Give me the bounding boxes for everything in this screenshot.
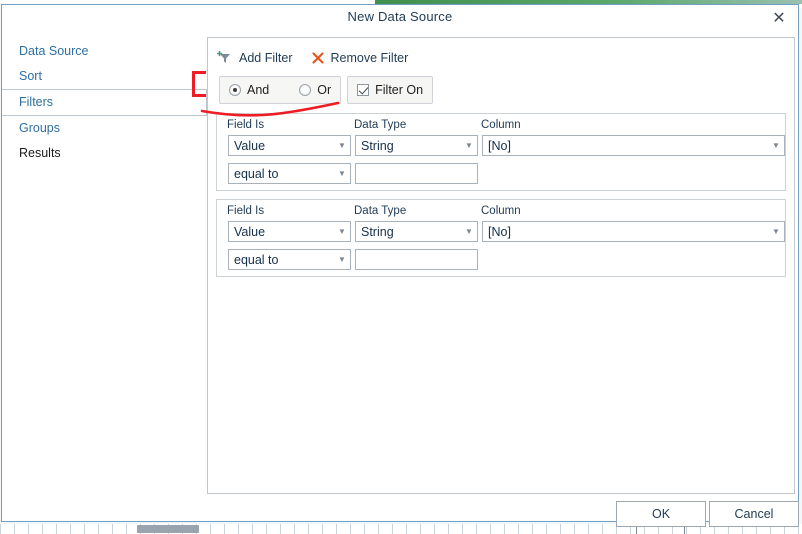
chevron-down-icon: ▼ — [338, 140, 346, 150]
sidebar-item-groups[interactable]: Groups — [2, 116, 206, 141]
filter-value-input[interactable] — [355, 163, 478, 184]
filter-row: Field Is Data Type Column Value ▼ String… — [216, 199, 786, 277]
radio-or-indicator[interactable] — [299, 84, 312, 96]
chevron-down-icon: ▼ — [772, 140, 780, 150]
close-icon[interactable]: ✕ — [768, 8, 790, 30]
radio-or-label: Or — [317, 83, 332, 97]
add-filter-funnel-icon — [217, 50, 233, 66]
remove-filter-button[interactable]: Remove Filter — [309, 50, 411, 66]
sidebar-item-sort[interactable]: Sort — [2, 64, 206, 89]
chevron-down-icon: ▼ — [772, 226, 780, 236]
dialog-title: New Data Source — [347, 9, 453, 24]
data-type-label: Data Type — [354, 205, 407, 217]
new-data-source-dialog: New Data Source ✕ Data Source Sort Filte… — [1, 4, 799, 527]
sidebar-item-label: Sort — [19, 69, 42, 83]
data-type-dropdown[interactable]: String ▼ — [355, 135, 478, 156]
column-dropdown[interactable]: [No] ▼ — [482, 221, 785, 242]
checkbox-filter-on[interactable]: Filter On — [357, 83, 423, 97]
remove-filter-label: Remove Filter — [330, 51, 409, 65]
data-type-value: String — [361, 224, 394, 239]
horizontal-scrollbar-thumb[interactable] — [137, 525, 199, 533]
field-is-value: Value — [234, 224, 266, 239]
add-filter-button[interactable]: Add Filter — [215, 49, 295, 67]
data-type-value: String — [361, 138, 394, 153]
operator-dropdown[interactable]: equal to ▼ — [228, 249, 351, 270]
data-type-dropdown[interactable]: String ▼ — [355, 221, 478, 242]
chevron-down-icon: ▼ — [465, 226, 473, 236]
operator-value: equal to — [234, 252, 279, 267]
sidebar-item-filters[interactable]: Filters — [2, 89, 207, 116]
field-is-value: Value — [234, 138, 266, 153]
add-filter-label: Add Filter — [239, 51, 293, 65]
field-is-label: Field Is — [227, 119, 265, 131]
checkbox-filter-on-indicator[interactable] — [357, 84, 370, 96]
filter-value-input[interactable] — [355, 249, 478, 270]
chevron-down-icon: ▼ — [338, 254, 346, 264]
sidebar-item-results[interactable]: Results — [2, 141, 206, 166]
radio-or[interactable]: Or — [299, 83, 331, 97]
column-label: Column — [481, 205, 521, 217]
remove-filter-x-icon — [311, 51, 325, 65]
filter-on-group: Filter On — [347, 76, 434, 104]
column-value: [No] — [488, 224, 511, 239]
dialog-sidebar: Data Source Sort Filters Groups Results — [2, 39, 207, 166]
field-is-dropdown[interactable]: Value ▼ — [228, 221, 351, 242]
column-label: Column — [481, 119, 521, 131]
filter-logic-row: And Or Filter On — [219, 76, 434, 104]
field-is-dropdown[interactable]: Value ▼ — [228, 135, 351, 156]
sidebar-item-label: Groups — [19, 121, 60, 135]
column-value: [No] — [488, 138, 511, 153]
operator-value: equal to — [234, 166, 279, 181]
cancel-button[interactable]: Cancel — [709, 501, 799, 527]
data-type-label: Data Type — [354, 119, 407, 131]
chevron-down-icon: ▼ — [338, 168, 346, 178]
field-is-label: Field Is — [227, 205, 265, 217]
filters-content-panel: Add Filter Remove Filter And Or Filter O… — [207, 37, 795, 494]
sidebar-item-label: Data Source — [19, 44, 89, 58]
column-dropdown[interactable]: [No] ▼ — [482, 135, 785, 156]
and-or-group: And Or — [219, 76, 342, 104]
operator-dropdown[interactable]: equal to ▼ — [228, 163, 351, 184]
chevron-down-icon: ▼ — [338, 226, 346, 236]
chevron-down-icon: ▼ — [465, 140, 473, 150]
dialog-title-bar: New Data Source ✕ — [2, 5, 798, 33]
sidebar-item-label: Filters — [19, 95, 54, 109]
radio-and[interactable]: And — [229, 83, 269, 97]
sidebar-item-label: Results — [19, 146, 61, 160]
checkbox-filter-on-label: Filter On — [375, 83, 424, 97]
sidebar-item-data-source[interactable]: Data Source — [2, 39, 206, 64]
filters-toolbar: Add Filter Remove Filter — [215, 47, 410, 69]
radio-and-indicator[interactable] — [229, 84, 241, 96]
radio-and-label: And — [247, 83, 270, 97]
filter-row: Field Is Data Type Column Value ▼ String… — [216, 113, 786, 191]
ok-button[interactable]: OK — [616, 501, 706, 527]
